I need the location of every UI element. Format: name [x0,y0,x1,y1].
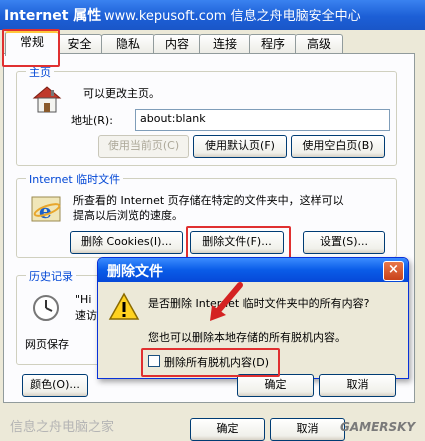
dialog-cancel-button[interactable]: 取消 [319,374,396,397]
temp-files-description-2: 提高以后浏览的速度。 [73,209,183,222]
footer-watermark-right: GAMERSKY [340,420,416,434]
tab-general[interactable]: 常规 [5,31,59,56]
history-legend: 历史记录 [26,268,76,284]
offline-checkbox[interactable] [148,355,160,367]
dialog-question: 是否删除 Internet 临时文件夹中的所有内容? [148,297,370,310]
delete-files-button[interactable]: 删除文件(F)... [190,231,284,254]
home-icon [30,82,64,116]
svg-text:e: e [39,199,52,223]
window-title: Internet 属性 [4,8,102,24]
settings-button[interactable]: 设置(S)... [303,231,385,254]
address-input[interactable]: about:blank [135,109,390,131]
dialog-close-button[interactable]: × [383,261,404,281]
tab-security[interactable]: 安全 [57,34,102,54]
arrow-icon [206,281,246,323]
dialog-offline-text: 您也可以删除本地存储的所有脱机内容。 [148,331,346,344]
tab-advanced[interactable]: 高级 [295,34,343,54]
delete-cookies-button[interactable]: 删除 Cookies(I)... [70,231,183,254]
tab-row: 常规 安全 隐私 内容 连接 程序 高级 [0,31,425,56]
tab-content[interactable]: 内容 [153,34,201,54]
homepage-description: 可以更改主页。 [83,87,160,100]
ie-icon: e [30,193,64,225]
offline-checkbox-label[interactable]: 删除所有脱机内容(D) [164,354,269,370]
use-default-button[interactable]: 使用默认页(F) [193,135,287,158]
warning-icon [108,292,140,322]
history-text-2: 速访 [75,309,97,322]
homepage-legend: 主页 [26,64,54,80]
address-label: 地址(R): [71,114,113,127]
tab-privacy[interactable]: 隐私 [101,34,155,54]
history-text-1: "Hi [75,293,92,306]
footer-watermark-left: 信息之舟电脑之家 [10,420,115,435]
dialog-ok-button[interactable]: 确定 [237,374,314,397]
dialog-title: 删除文件 [107,264,163,280]
use-blank-button[interactable]: 使用空白页(B) [291,135,385,158]
title-bar: Internet 属性 www.kepusoft.com 信息之舟电脑安全中心 [0,0,425,30]
temp-files-legend: Internet 临时文件 [26,171,124,187]
watermark-text: www.kepusoft.com 信息之舟电脑安全中心 [104,9,361,24]
tab-connections[interactable]: 连接 [199,34,251,54]
dialog-title-bar: 删除文件 × [98,258,408,282]
use-current-button[interactable]: 使用当前页(C) [98,135,189,158]
delete-files-dialog: 删除文件 × 是否删除 Internet 临时文件夹中的所有内容? 您也可以删除… [97,257,409,397]
tab-programs[interactable]: 程序 [249,34,297,54]
history-icon [30,292,62,324]
colors-button[interactable]: 颜色(O)... [22,374,88,397]
temp-files-description-1: 所查看的 Internet 页存储在特定的文件夹中，这样可以 [73,194,344,207]
history-text-3: 网页保存 [25,338,69,351]
